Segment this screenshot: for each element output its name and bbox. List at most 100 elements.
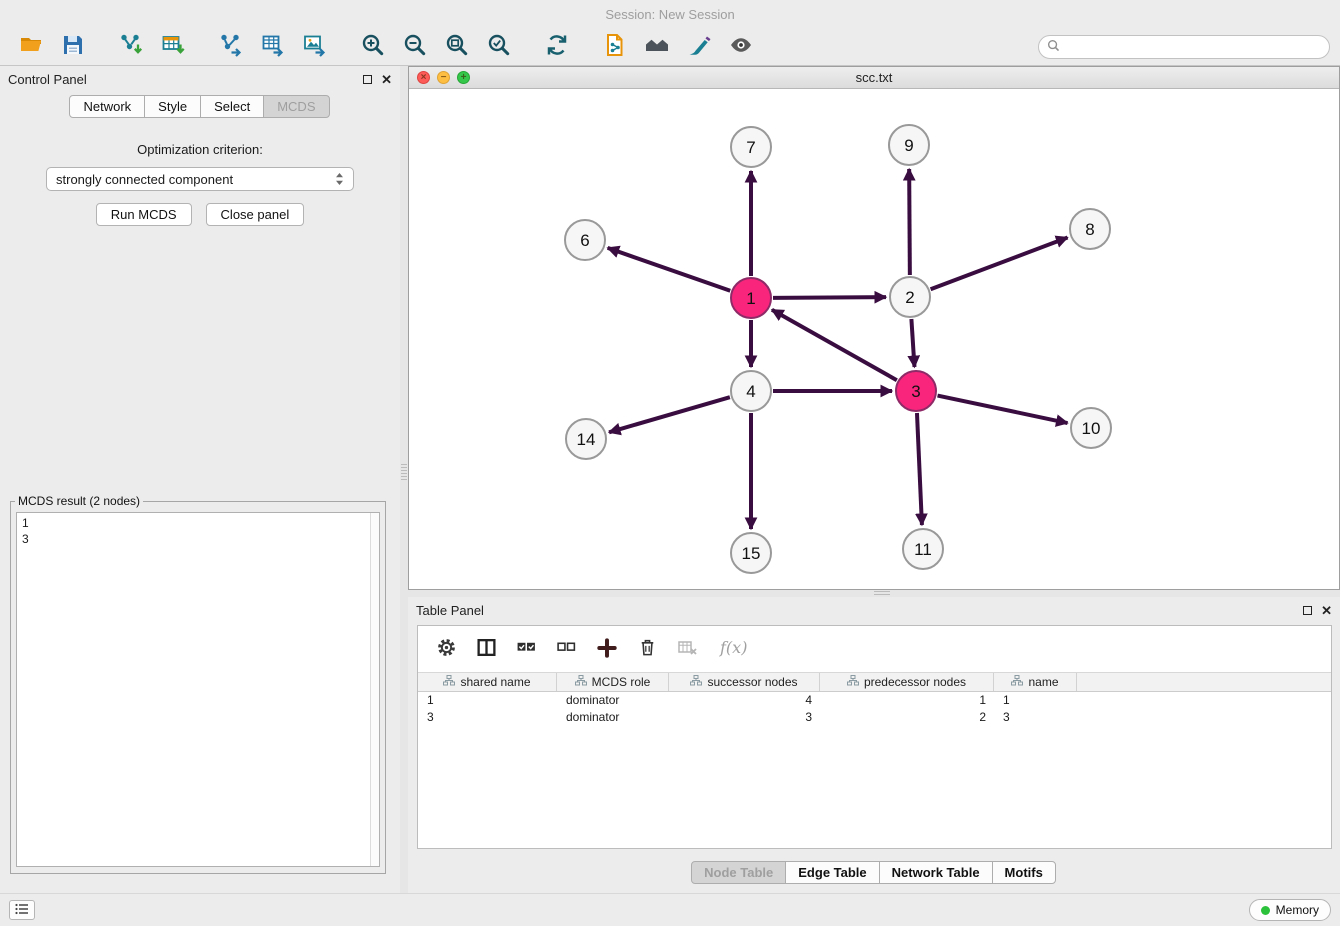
control-panel-tabs: NetworkStyleSelectMCDS — [0, 95, 400, 118]
table-cell[interactable]: dominator — [557, 709, 669, 726]
zoom-window-button[interactable]: + — [457, 71, 470, 84]
open-file-button[interactable] — [10, 32, 52, 62]
mcds-result-list[interactable]: 13 — [16, 512, 380, 867]
column-header-mcds-role[interactable]: MCDS role — [557, 673, 669, 691]
vertical-splitter[interactable] — [400, 66, 408, 893]
tab-network[interactable]: Network — [69, 95, 145, 118]
graph-node-4[interactable]: 4 — [731, 371, 771, 411]
float-panel-icon[interactable] — [1303, 606, 1312, 615]
column-header-label: name — [1028, 675, 1058, 689]
run-mcds-button[interactable]: Run MCDS — [96, 203, 192, 226]
edge-4-14[interactable] — [609, 397, 730, 432]
edge-2-3[interactable] — [911, 319, 914, 367]
svg-text:f(x): f(x) — [719, 638, 747, 657]
result-scrollbar[interactable] — [370, 513, 379, 866]
tab-style[interactable]: Style — [144, 95, 201, 118]
open-network-file-button[interactable] — [594, 32, 636, 62]
table-cell[interactable]: 1 — [418, 692, 557, 709]
column-header-shared-name[interactable]: shared name — [418, 673, 557, 691]
table-row[interactable]: 3dominator323 — [418, 709, 1331, 726]
column-header-successor-nodes[interactable]: successor nodes — [669, 673, 820, 691]
graph-node-10[interactable]: 10 — [1071, 408, 1111, 448]
table-cell[interactable]: 2 — [820, 709, 994, 726]
edge-2-8[interactable] — [931, 237, 1068, 289]
table-row[interactable]: 1dominator411 — [418, 692, 1331, 709]
close-panel-icon[interactable]: ✕ — [381, 75, 392, 84]
zoom-in-icon — [360, 32, 386, 61]
import-table-button[interactable] — [152, 32, 194, 62]
tab-motifs[interactable]: Motifs — [992, 861, 1056, 884]
table-cell[interactable]: dominator — [557, 692, 669, 709]
save-session-button[interactable] — [52, 32, 94, 62]
graph-node-6[interactable]: 6 — [565, 220, 605, 260]
function-builder-button[interactable]: f(x) — [718, 637, 752, 662]
style-brush-button[interactable] — [678, 32, 720, 62]
zoom-in-button[interactable] — [352, 32, 394, 62]
tab-select[interactable]: Select — [200, 95, 264, 118]
splitter-grip[interactable] — [874, 591, 890, 596]
zoom-out-button[interactable] — [394, 32, 436, 62]
memory-button[interactable]: Memory — [1249, 899, 1331, 921]
tab-mcds[interactable]: MCDS — [263, 95, 329, 118]
import-network-button[interactable] — [110, 32, 152, 62]
edge-3-10[interactable] — [938, 396, 1068, 423]
search-input[interactable] — [1065, 40, 1321, 54]
tab-network-table[interactable]: Network Table — [879, 861, 993, 884]
table-cell[interactable]: 3 — [418, 709, 557, 726]
table-cell[interactable]: 3 — [994, 709, 1077, 726]
tab-edge-table[interactable]: Edge Table — [785, 861, 879, 884]
brush-icon — [686, 32, 712, 61]
table-cell[interactable]: 4 — [669, 692, 820, 709]
show-graphics-details-button[interactable] — [720, 32, 762, 62]
column-header-name[interactable]: name — [994, 673, 1077, 691]
memory-label: Memory — [1276, 903, 1319, 917]
create-column-button[interactable] — [596, 637, 618, 662]
export-table-button[interactable] — [252, 32, 294, 62]
minimize-window-button[interactable]: − — [437, 71, 450, 84]
network-canvas[interactable]: 7 9 6 8 1 2 4 3 14 10 15 11 — [409, 89, 1339, 589]
deselect-all-button[interactable] — [556, 637, 577, 661]
network-window-titlebar[interactable]: × − + scc.txt — [409, 67, 1339, 89]
tab-node-table[interactable]: Node Table — [691, 861, 786, 884]
close-panel-button[interactable]: Close panel — [206, 203, 305, 226]
graph-node-9[interactable]: 9 — [889, 125, 929, 165]
export-image-button[interactable] — [294, 32, 336, 62]
graph-node-15[interactable]: 15 — [731, 533, 771, 573]
table-cell[interactable]: 1 — [820, 692, 994, 709]
delete-table-button[interactable] — [677, 637, 699, 662]
column-header-predecessor-nodes[interactable]: predecessor nodes — [820, 673, 994, 691]
zoom-selected-button[interactable] — [478, 32, 520, 62]
graph-node-2[interactable]: 2 — [890, 277, 930, 317]
graph-node-7[interactable]: 7 — [731, 127, 771, 167]
graph-node-8[interactable]: 8 — [1070, 209, 1110, 249]
edge-2-9[interactable] — [909, 169, 910, 275]
result-line: 3 — [22, 531, 374, 547]
horizontal-splitter[interactable] — [408, 590, 1340, 597]
splitter-grip[interactable] — [401, 464, 407, 480]
show-columns-button[interactable] — [476, 637, 497, 661]
optimization-select[interactable]: strongly connected component — [46, 167, 354, 191]
graph-node-3[interactable]: 3 — [896, 371, 936, 411]
close-window-button[interactable]: × — [417, 71, 430, 84]
graph-node-11[interactable]: 11 — [903, 529, 943, 569]
table-settings-button[interactable] — [436, 637, 457, 661]
graph-node-1[interactable]: 1 — [731, 278, 771, 318]
table-cell[interactable]: 1 — [994, 692, 1077, 709]
task-history-button[interactable] — [9, 900, 35, 920]
export-network-button[interactable] — [210, 32, 252, 62]
table-cell[interactable]: 3 — [669, 709, 820, 726]
edge-3-11[interactable] — [917, 413, 922, 525]
close-panel-icon[interactable]: ✕ — [1321, 606, 1332, 615]
graph-node-14[interactable]: 14 — [566, 419, 606, 459]
delete-column-button[interactable] — [637, 637, 658, 661]
edge-1-2[interactable] — [773, 297, 886, 298]
control-panel-header: Control Panel ✕ — [0, 66, 400, 92]
edge-3-1[interactable] — [772, 310, 897, 380]
edge-1-6[interactable] — [608, 248, 731, 291]
zoom-fit-button[interactable] — [436, 32, 478, 62]
select-all-button[interactable] — [516, 637, 537, 661]
node-label: 2 — [905, 288, 914, 307]
network-overview-button[interactable] — [636, 32, 678, 62]
float-panel-icon[interactable] — [363, 75, 372, 84]
apply-layout-button[interactable] — [536, 32, 578, 62]
